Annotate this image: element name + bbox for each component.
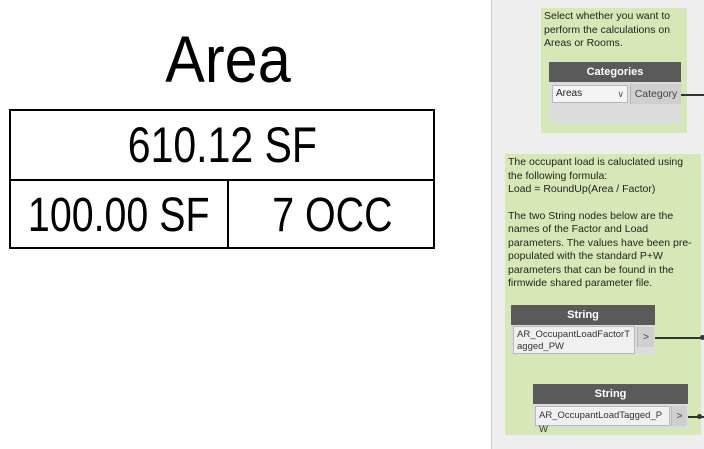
string-node-1-wire: [655, 337, 704, 339]
string-node-2-header[interactable]: String: [533, 384, 688, 404]
factor-value: 100.00 SF: [28, 188, 210, 242]
string-node-2-output-port[interactable]: >: [671, 406, 687, 426]
factor-value-cell: 100.00 SF: [11, 181, 229, 249]
string-node-1-output-port[interactable]: >: [637, 327, 654, 347]
categories-node-header[interactable]: Categories: [549, 62, 681, 82]
formula-note-intro: The occupant load is caluclated using th…: [508, 156, 684, 182]
formula-note-formula: Load = RoundUp(Area / Factor): [508, 183, 656, 195]
area-tag-title: Area: [165, 22, 291, 96]
category-output-port[interactable]: Category: [630, 84, 681, 104]
string-node-1-header[interactable]: String: [511, 305, 655, 325]
category-dropdown-value: Areas: [556, 88, 583, 99]
occupancy-value: 7 OCC: [271, 188, 393, 242]
string-node-1-wire-dot: [700, 335, 704, 340]
category-note: Select whether you want to perform the c…: [544, 10, 671, 49]
dynamo-canvas[interactable]: Select whether you want to perform the c…: [491, 0, 704, 449]
string-node-1-input[interactable]: AR_OccupantLoadFactorTagged_PW: [513, 326, 635, 354]
area-tag: 610.12 SF 100.00 SF 7 OCC: [9, 109, 435, 249]
string-node-2-input[interactable]: AR_OccupantLoadTagged_PW: [535, 406, 670, 435]
string-node-2-wire-dot: [697, 414, 702, 419]
category-dropdown[interactable]: Areas ∨: [552, 85, 628, 103]
area-value-cell: 610.12 SF: [11, 111, 433, 181]
formula-note-parameters: The two String nodes below are the names…: [508, 209, 692, 290]
chevron-down-icon: ∨: [617, 89, 624, 99]
area-value: 610.12 SF: [127, 117, 317, 173]
formula-note: The occupant load is caluclated using th…: [508, 156, 700, 291]
category-wire: [681, 94, 704, 96]
occupancy-value-cell: 7 OCC: [229, 181, 435, 249]
